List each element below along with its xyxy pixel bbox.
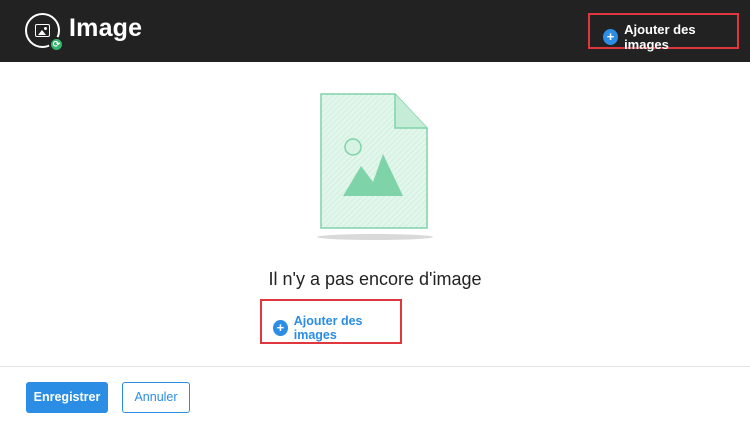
empty-state-message: Il n'y a pas encore d'image (268, 269, 482, 289)
image-icon: ⟳ (25, 13, 64, 52)
save-button[interactable]: Enregistrer (26, 382, 108, 413)
body-add-images-highlight: + Ajouter des images (260, 299, 402, 344)
plus-circle-icon: + (603, 29, 619, 45)
header-bar: ⟳ Image + Ajouter des images (0, 0, 750, 62)
sync-badge-icon: ⟳ (49, 37, 64, 52)
header-add-images-button[interactable]: + Ajouter des images (603, 22, 737, 52)
body-add-images-button[interactable]: + Ajouter des images (273, 314, 400, 342)
header-add-images-label: Ajouter des images (624, 22, 696, 52)
body-add-images-label: Ajouter des images (293, 314, 363, 342)
image-file-icon (317, 93, 433, 240)
header-add-images-highlight: + Ajouter des images (588, 13, 739, 52)
plus-circle-icon: + (273, 320, 288, 336)
page-title: Image (69, 14, 143, 42)
cancel-button[interactable]: Annuler (122, 382, 190, 413)
footer-divider (0, 366, 750, 367)
